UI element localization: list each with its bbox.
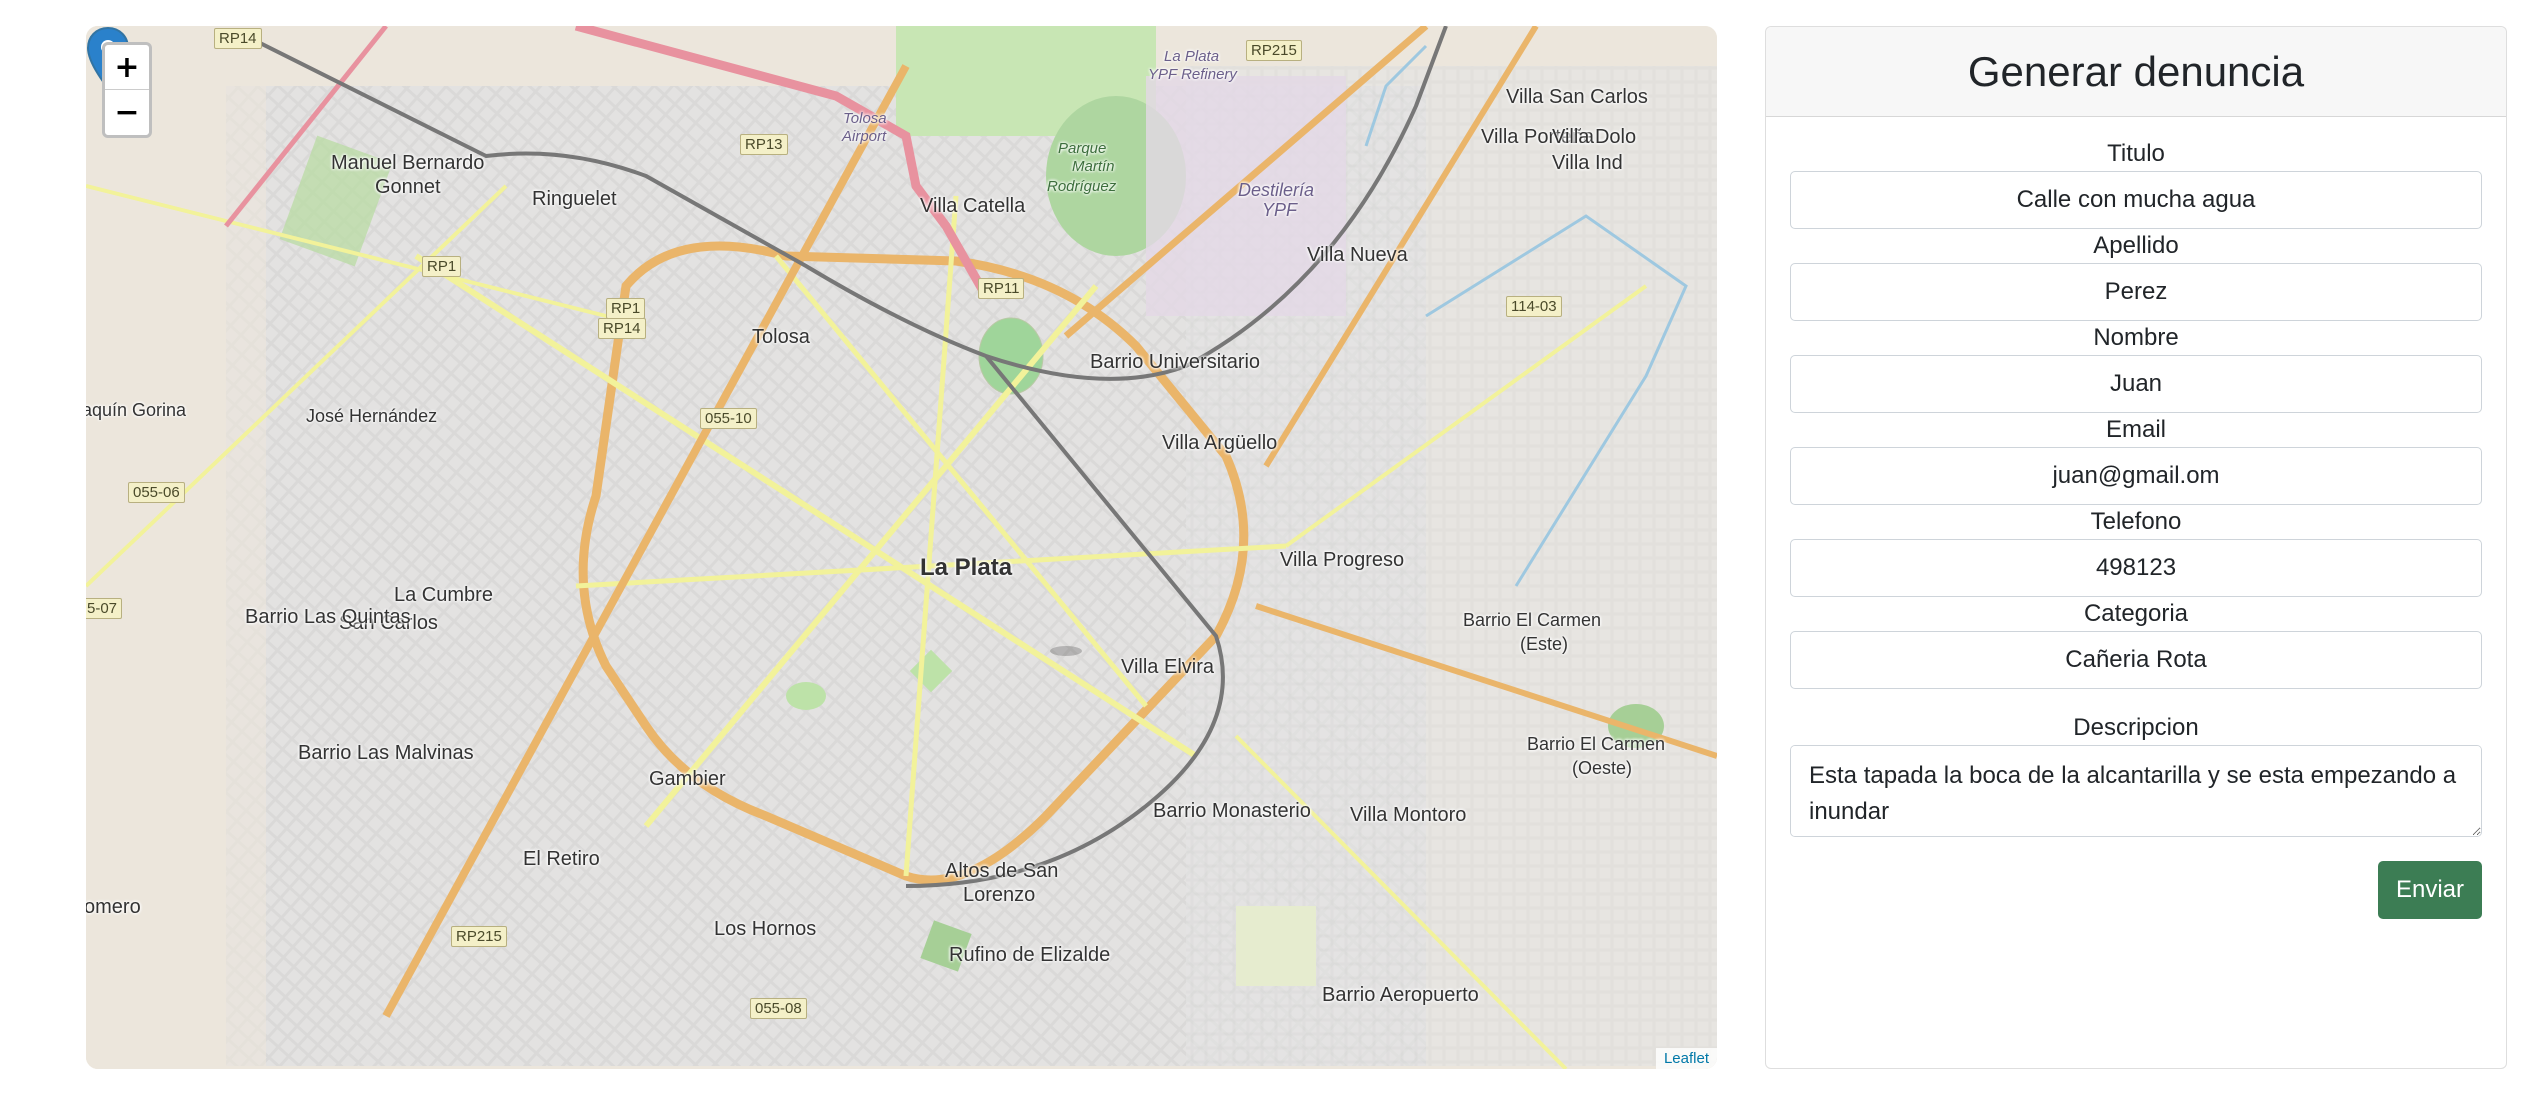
categoria-label: Categoria bbox=[2083, 600, 2189, 627]
map-place-label: La Cumbre bbox=[394, 584, 493, 606]
form-actions: Enviar bbox=[1790, 861, 2482, 919]
apellido-label: Apellido bbox=[2093, 232, 2179, 259]
map-place-label: Villa Dolo bbox=[1552, 126, 1637, 148]
email-field: Email bbox=[1790, 415, 2482, 505]
road-shield: RP1 bbox=[422, 256, 462, 277]
zoom-control: + − bbox=[102, 42, 152, 138]
map-place-label: Rodríguez bbox=[1047, 178, 1117, 195]
form-title: Generar denuncia bbox=[1967, 47, 2305, 95]
map-place-label: Barrio Monasterio bbox=[1153, 800, 1311, 822]
road-shield: 055-08 bbox=[750, 998, 807, 1019]
map[interactable]: Manuel Bernardo Gonnet Ringuelet Tolosa José… bbox=[86, 26, 1717, 1069]
map-place-label: Tolosa bbox=[843, 110, 887, 127]
apellido-input[interactable] bbox=[1790, 263, 2482, 321]
map-place-label: omero bbox=[86, 896, 141, 918]
map-place-label: aquín Gorina bbox=[86, 400, 187, 420]
categoria-input[interactable] bbox=[1790, 631, 2482, 689]
card-header: Generar denuncia bbox=[1766, 27, 2506, 117]
map-place-label: La Plata bbox=[1164, 48, 1220, 65]
apellido-field: Apellido bbox=[1790, 231, 2482, 321]
map-place-label: Barrio Las Quintas bbox=[245, 606, 411, 628]
map-place-label: Martín bbox=[1072, 158, 1115, 175]
map-tiles[interactable] bbox=[86, 26, 1717, 1069]
map-place-label: (Este) bbox=[1520, 634, 1569, 654]
map-place-label: Los Hornos bbox=[714, 918, 817, 940]
map-place-label: Altos de San bbox=[945, 860, 1059, 882]
map-place-label: Rufino de Elizalde bbox=[949, 944, 1111, 966]
map-place-label: Gonnet bbox=[375, 176, 441, 198]
map-place-label: Tolosa bbox=[752, 326, 810, 348]
road-shield: 055-10 bbox=[700, 408, 757, 429]
titulo-field: Titulo bbox=[1790, 139, 2482, 229]
map-place-label: Villa Elvira bbox=[1121, 656, 1214, 678]
road-shield: RP1 bbox=[606, 298, 646, 319]
map-place-label: La Plata bbox=[920, 554, 1013, 581]
telefono-label: Telefono bbox=[2090, 508, 2182, 535]
categoria-field: Categoria bbox=[1790, 599, 2482, 689]
nombre-input[interactable] bbox=[1790, 355, 2482, 413]
map-place-label: Barrio El Carmen bbox=[1463, 610, 1602, 630]
road-shield: 5-07 bbox=[86, 598, 123, 619]
form-body: Titulo Apellido Nombre Email Telefono Ca… bbox=[1766, 117, 2506, 919]
zoom-out-button[interactable]: − bbox=[105, 90, 149, 135]
nombre-field: Nombre bbox=[1790, 323, 2482, 413]
road-shield: RP215 bbox=[451, 926, 507, 947]
map-place-label: YPF Refinery bbox=[1148, 66, 1237, 83]
map-place-label: El Retiro bbox=[523, 848, 600, 870]
enviar-button[interactable]: Enviar bbox=[2377, 861, 2482, 919]
email-label: Email bbox=[2105, 416, 2166, 443]
telefono-input[interactable] bbox=[1790, 539, 2482, 597]
map-attribution[interactable]: Leaflet bbox=[1655, 1048, 1717, 1069]
map-place-label: Airport bbox=[842, 128, 887, 145]
titulo-label: Titulo bbox=[2107, 140, 2165, 167]
map-place-label: Barrio Aeropuerto bbox=[1322, 984, 1479, 1006]
map-place-label: Lorenzo bbox=[963, 884, 1036, 906]
map-place-label: Parque bbox=[1058, 140, 1107, 157]
nombre-label: Nombre bbox=[2093, 324, 2179, 351]
zoom-in-button[interactable]: + bbox=[105, 45, 149, 90]
map-place-label: Barrio El Carmen bbox=[1527, 734, 1666, 754]
map-place-label: Villa Progreso bbox=[1280, 549, 1405, 571]
road-shield: 114-03 bbox=[1506, 296, 1562, 317]
map-place-label: Gambier bbox=[649, 768, 726, 790]
road-shield: RP14 bbox=[214, 28, 262, 49]
descripcion-label: Descripcion bbox=[2073, 714, 2199, 741]
descripcion-textarea[interactable]: Esta tapada la boca de la alcantarilla y… bbox=[1790, 745, 2482, 837]
map-place-label: Destilería bbox=[1238, 180, 1315, 200]
leaflet-link[interactable]: Leaflet bbox=[1664, 1050, 1709, 1067]
road-shield: RP13 bbox=[740, 134, 788, 155]
map-place-label: Villa Nueva bbox=[1307, 244, 1408, 266]
road-shield: RP11 bbox=[978, 278, 1025, 299]
map-place-label: José Hernández bbox=[306, 406, 438, 426]
map-place-label: Villa San Carlos bbox=[1506, 86, 1648, 108]
map-place-label: Manuel Bernardo bbox=[331, 152, 485, 174]
map-place-label: Villa Argüello bbox=[1162, 432, 1278, 454]
road-shield: 055-06 bbox=[128, 482, 185, 503]
email-input[interactable] bbox=[1790, 447, 2482, 505]
map-place-label: Villa Catella bbox=[920, 195, 1026, 217]
telefono-field: Telefono bbox=[1790, 507, 2482, 597]
descripcion-field: Descripcion Esta tapada la boca de la al… bbox=[1790, 713, 2482, 837]
map-place-label: YPF bbox=[1262, 200, 1298, 220]
map-place-label: Villa Montoro bbox=[1350, 804, 1467, 826]
map-place-label: Barrio Universitario bbox=[1090, 351, 1261, 373]
road-shield: RP14 bbox=[598, 318, 646, 339]
titulo-input[interactable] bbox=[1790, 171, 2482, 229]
road-shield: RP215 bbox=[1246, 40, 1302, 61]
map-place-label: Ringuelet bbox=[532, 188, 617, 210]
map-place-label: Villa Ind bbox=[1552, 152, 1623, 174]
complaint-form-card: Generar denuncia Titulo Apellido Nombre … bbox=[1765, 26, 2507, 1069]
map-place-label: (Oeste) bbox=[1572, 758, 1633, 778]
map-place-label: Barrio Las Malvinas bbox=[298, 742, 474, 764]
